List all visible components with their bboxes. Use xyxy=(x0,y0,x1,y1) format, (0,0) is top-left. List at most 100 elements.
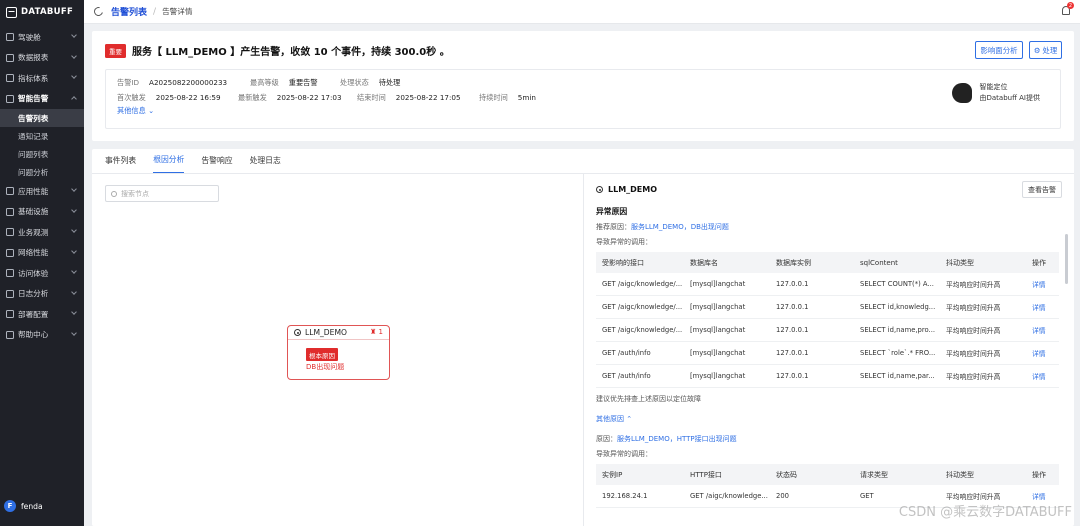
other-cause: 原因：服务LLM_DEMO，HTTP接口出现问题 xyxy=(596,435,737,443)
table-cell: [mysql]langchat xyxy=(690,280,746,288)
ai-locate-block[interactable]: 智能定位 由Databuff AI提供 xyxy=(951,82,1040,104)
table-row: GET /auth/info [mysql]langchat 127.0.0.1 SE… xyxy=(596,365,1059,388)
latest-trigger-field: 最新触发 2025-08-22 17:03 xyxy=(238,93,342,102)
sidebar-item[interactable]: 部署配置 xyxy=(0,304,84,325)
view-alert-button[interactable]: 查看告警 xyxy=(1022,181,1062,198)
detail-link[interactable]: 详情 xyxy=(1026,491,1059,501)
logo[interactable]: DATABUFF xyxy=(0,0,84,24)
scrollbar[interactable] xyxy=(1065,234,1068,284)
alert-id-field: 告警ID A2025082200000233 xyxy=(117,78,228,87)
breadcrumb-alert-list[interactable]: 告警列表 xyxy=(111,5,147,18)
menu-icon xyxy=(6,33,14,42)
sidebar-item[interactable]: 基础设施 xyxy=(0,202,84,223)
menu-icon xyxy=(6,187,14,196)
node-alert-count: ♜ 1 xyxy=(370,328,383,336)
column-header: 数据库名 xyxy=(690,258,718,267)
sidebar-item[interactable]: 访问体验 xyxy=(0,263,84,284)
sidebar-sub-item[interactable]: 问题分析 xyxy=(0,163,84,181)
duration-field: 持续时间 5min xyxy=(479,93,536,102)
other-cause-link[interactable]: 服务LLM_DEMO，HTTP接口出现问题 xyxy=(617,435,737,443)
sidebar-item-label: 帮助中心 xyxy=(18,330,49,340)
table-cell: GET /aigc/knowledge/... xyxy=(602,303,683,311)
first-trigger-field: 首次触发 2025-08-22 16:59 xyxy=(117,93,221,102)
back-icon[interactable] xyxy=(92,5,105,18)
table-cell: SELECT id,name,pro... xyxy=(860,326,936,334)
detail-link[interactable]: 详情 xyxy=(1026,302,1059,312)
table-cell: 127.0.0.1 xyxy=(776,303,809,311)
table-header: 实例IP HTTP接口 状态码 请求类型 抖动类型 操作 xyxy=(596,464,1059,485)
menu-icon xyxy=(6,228,14,237)
column-header: 请求类型 xyxy=(860,470,888,479)
sidebar-item-label: 驾驶舱 xyxy=(18,32,41,42)
sidebar-item[interactable]: 应用性能 xyxy=(0,181,84,202)
calls-label-2: 导致异常的调用： xyxy=(596,450,652,458)
sidebar-item[interactable]: 网络性能 xyxy=(0,243,84,264)
chevron-icon xyxy=(71,268,77,274)
chevron-icon xyxy=(71,73,77,79)
sidebar-sub-item[interactable]: 通知记录 xyxy=(0,127,84,145)
handle-button-label: 处理 xyxy=(1042,45,1058,55)
table-cell: [mysql]langchat xyxy=(690,372,746,380)
other-cause-toggle[interactable]: 其他原因 ⌃ xyxy=(596,414,632,424)
menu-icon xyxy=(6,310,14,319)
table-row: GET /auth/info [mysql]langchat 127.0.0.1 SE… xyxy=(596,342,1059,365)
chevron-icon xyxy=(71,32,77,38)
table-cell: [mysql]langchat xyxy=(690,326,746,334)
handle-button[interactable]: ⚙ 处理 xyxy=(1029,41,1062,59)
panel-title: LLM_DEMO xyxy=(596,185,657,194)
sidebar-nav: 驾驶舱数据报表指标体系智能告警告警列表 通知记录 问题列表 问题分析应用性能基础设施业… xyxy=(0,27,84,345)
sidebar-sub-item[interactable]: 告警列表 xyxy=(0,109,84,127)
more-info-link[interactable]: 其他信息 ⌄ xyxy=(117,106,154,116)
notification-badge: 2 xyxy=(1067,2,1074,9)
detail-link[interactable]: 详情 xyxy=(1026,348,1059,358)
tab[interactable]: 事件列表 xyxy=(105,155,136,173)
sidebar-item-label: 数据报表 xyxy=(18,53,49,63)
main-card: 事件列表 根因分析 告警响应 处理日志 搜索节点 LLM_DEMO ♜ 1 根本原因 … xyxy=(92,149,1074,526)
table-cell: GET /aigc/knowledge... xyxy=(690,492,768,500)
sidebar-item[interactable]: 业务观测 xyxy=(0,222,84,243)
sidebar-item-label: 应用性能 xyxy=(18,186,49,196)
detail-link[interactable]: 详情 xyxy=(1026,279,1059,289)
table-cell: SELECT id,name,par... xyxy=(860,372,935,380)
chevron-icon xyxy=(71,288,77,295)
tab[interactable]: 处理日志 xyxy=(250,155,281,173)
menu-icon xyxy=(6,330,14,339)
table-cell: SELECT COUNT(*) A... xyxy=(860,280,934,288)
alert-title: 服务【 LLM_DEMO 】产生告警，收敛 10 个事件，持续 300.0秒 。 xyxy=(132,47,450,58)
sidebar-item[interactable]: 智能告警 xyxy=(0,89,84,110)
column-header: 状态码 xyxy=(776,470,797,479)
table-cell: GET /auth/info xyxy=(602,349,651,357)
table-header: 受影响的接口 数据库名 数据库实例 sqlContent 抖动类型 操作 xyxy=(596,252,1059,273)
tab[interactable]: 告警响应 xyxy=(201,155,232,173)
sidebar-item[interactable]: 帮助中心 xyxy=(0,325,84,346)
chevron-up-icon: ⌃ xyxy=(626,415,633,423)
sidebar-item[interactable]: 数据报表 xyxy=(0,48,84,69)
detail-link[interactable]: 详情 xyxy=(1026,371,1059,381)
sidebar-item[interactable]: 驾驶舱 xyxy=(0,27,84,48)
node-search-input[interactable]: 搜索节点 xyxy=(105,185,219,202)
table-row: GET /aigc/knowledge/... [mysql]langchat 12… xyxy=(596,296,1059,319)
service-node[interactable]: LLM_DEMO ♜ 1 根本原因 DB出现问题 xyxy=(287,325,390,380)
sidebar-sub-item[interactable]: 问题列表 xyxy=(0,145,84,163)
user-profile[interactable]: F fenda xyxy=(4,500,43,512)
top-bar: 告警列表 / 告警详情 2 xyxy=(84,0,1080,24)
impact-analysis-button[interactable]: 影响面分析 xyxy=(975,41,1023,59)
recommend-cause-link[interactable]: 服务LLM_DEMO，DB出现问题 xyxy=(631,223,729,231)
sidebar-item[interactable]: 日志分析 xyxy=(0,284,84,305)
search-placeholder: 搜索节点 xyxy=(121,189,149,198)
sidebar-item[interactable]: 指标体系 xyxy=(0,68,84,89)
table-cell: [mysql]langchat xyxy=(690,349,746,357)
chevron-icon xyxy=(71,227,77,233)
table-cell: 平均响应时间升高 xyxy=(946,327,1001,335)
detail-link[interactable]: 详情 xyxy=(1026,325,1059,335)
column-header: HTTP接口 xyxy=(690,470,722,479)
table-row: GET /aigc/knowledge/... [mysql]langchat 12… xyxy=(596,273,1059,296)
user-name: fenda xyxy=(21,501,43,511)
sidebar-item-label: 智能告警 xyxy=(18,94,49,104)
sidebar-item-label: 业务观测 xyxy=(18,227,49,237)
status-field: 处理状态 待处理 xyxy=(340,78,401,87)
table-cell: 127.0.0.1 xyxy=(776,349,809,357)
column-header: 操作 xyxy=(1032,470,1046,479)
db-calls-table: 受影响的接口 数据库名 数据库实例 sqlContent 抖动类型 操作 GET /aigc… xyxy=(596,252,1059,388)
tab[interactable]: 根因分析 xyxy=(153,154,185,173)
